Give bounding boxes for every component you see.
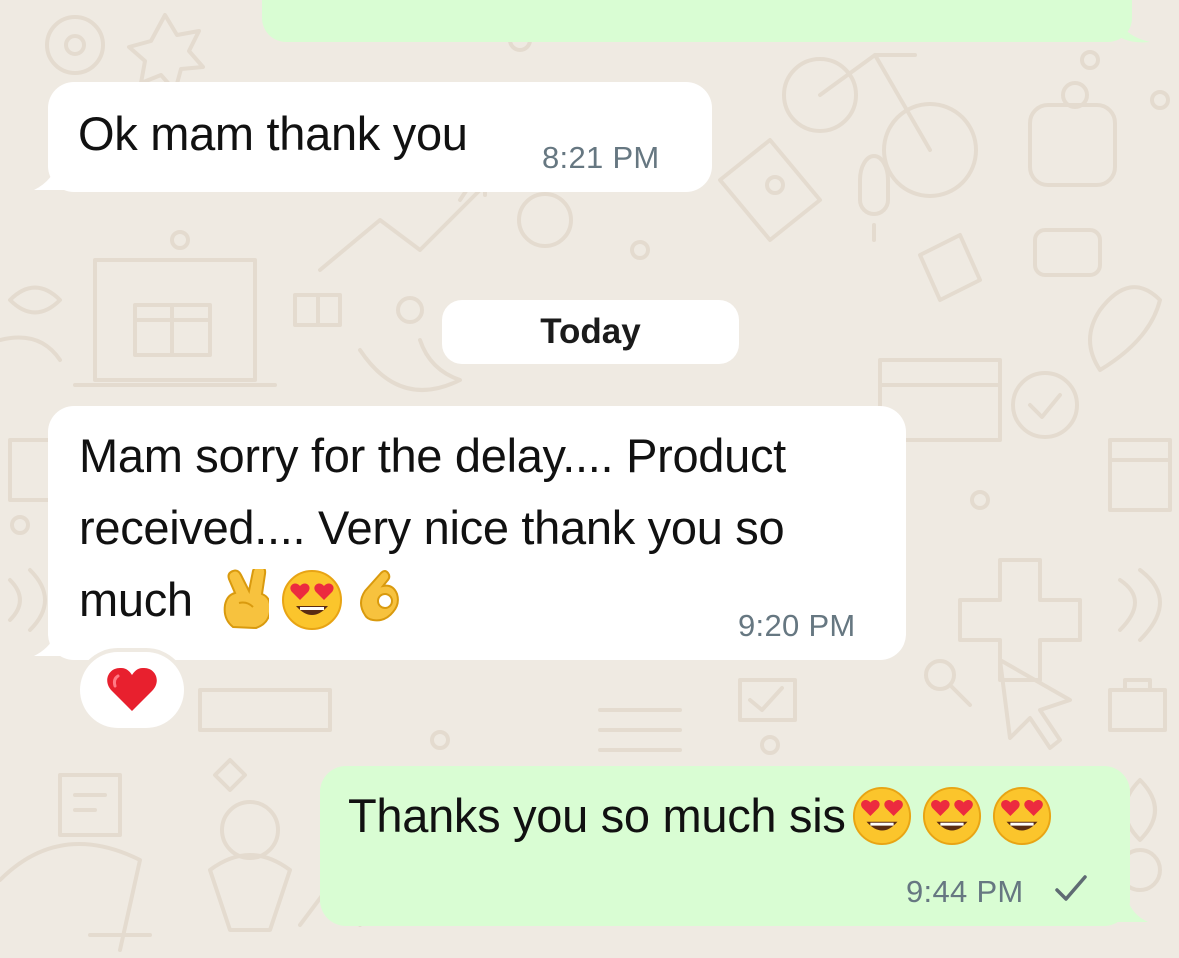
sent-check-icon — [1055, 875, 1087, 901]
message-text: Mam sorry for the delay.... Product rece… — [79, 420, 879, 636]
heart-eyes-emoji-icon — [922, 786, 981, 846]
message-reaction[interactable] — [80, 652, 184, 728]
heart-eyes-emoji-icon — [992, 786, 1051, 846]
red-heart-emoji-icon — [107, 667, 157, 711]
bubble-tail — [1114, 894, 1148, 922]
incoming-message-bubble[interactable]: Ok mam thank you 8:21 PM — [48, 82, 712, 192]
message-line: Mam sorry for the delay.... Product — [79, 429, 786, 482]
outgoing-message-bubble[interactable]: Thanks you so much sis 9:44 PM — [320, 766, 1130, 926]
bubble-tail — [34, 626, 70, 656]
message-timestamp: 9:20 PM — [738, 608, 856, 643]
message-text: Ok mam thank you — [78, 107, 468, 160]
message-line: Thanks you so much sis — [348, 789, 846, 842]
bubble-tail — [34, 160, 70, 190]
outgoing-message-bubble-cut[interactable] — [262, 0, 1132, 42]
incoming-message-bubble[interactable]: Mam sorry for the delay.... Product rece… — [48, 406, 906, 660]
message-line: received.... Very nice thank you so — [79, 501, 785, 554]
ok-hand-emoji-icon — [359, 570, 399, 622]
date-divider: Today — [442, 300, 739, 364]
message-line: much — [79, 573, 193, 626]
message-text: Thanks you so much sis — [348, 780, 1052, 852]
message-timestamp: 9:44 PM — [906, 874, 1024, 909]
crossed-fingers-emoji-icon — [223, 569, 269, 630]
message-timestamp: 8:21 PM — [542, 140, 660, 175]
heart-eyes-emoji-icon — [281, 570, 342, 630]
heart-eyes-emoji-icon — [852, 786, 911, 846]
bubble-tail — [1118, 18, 1150, 43]
